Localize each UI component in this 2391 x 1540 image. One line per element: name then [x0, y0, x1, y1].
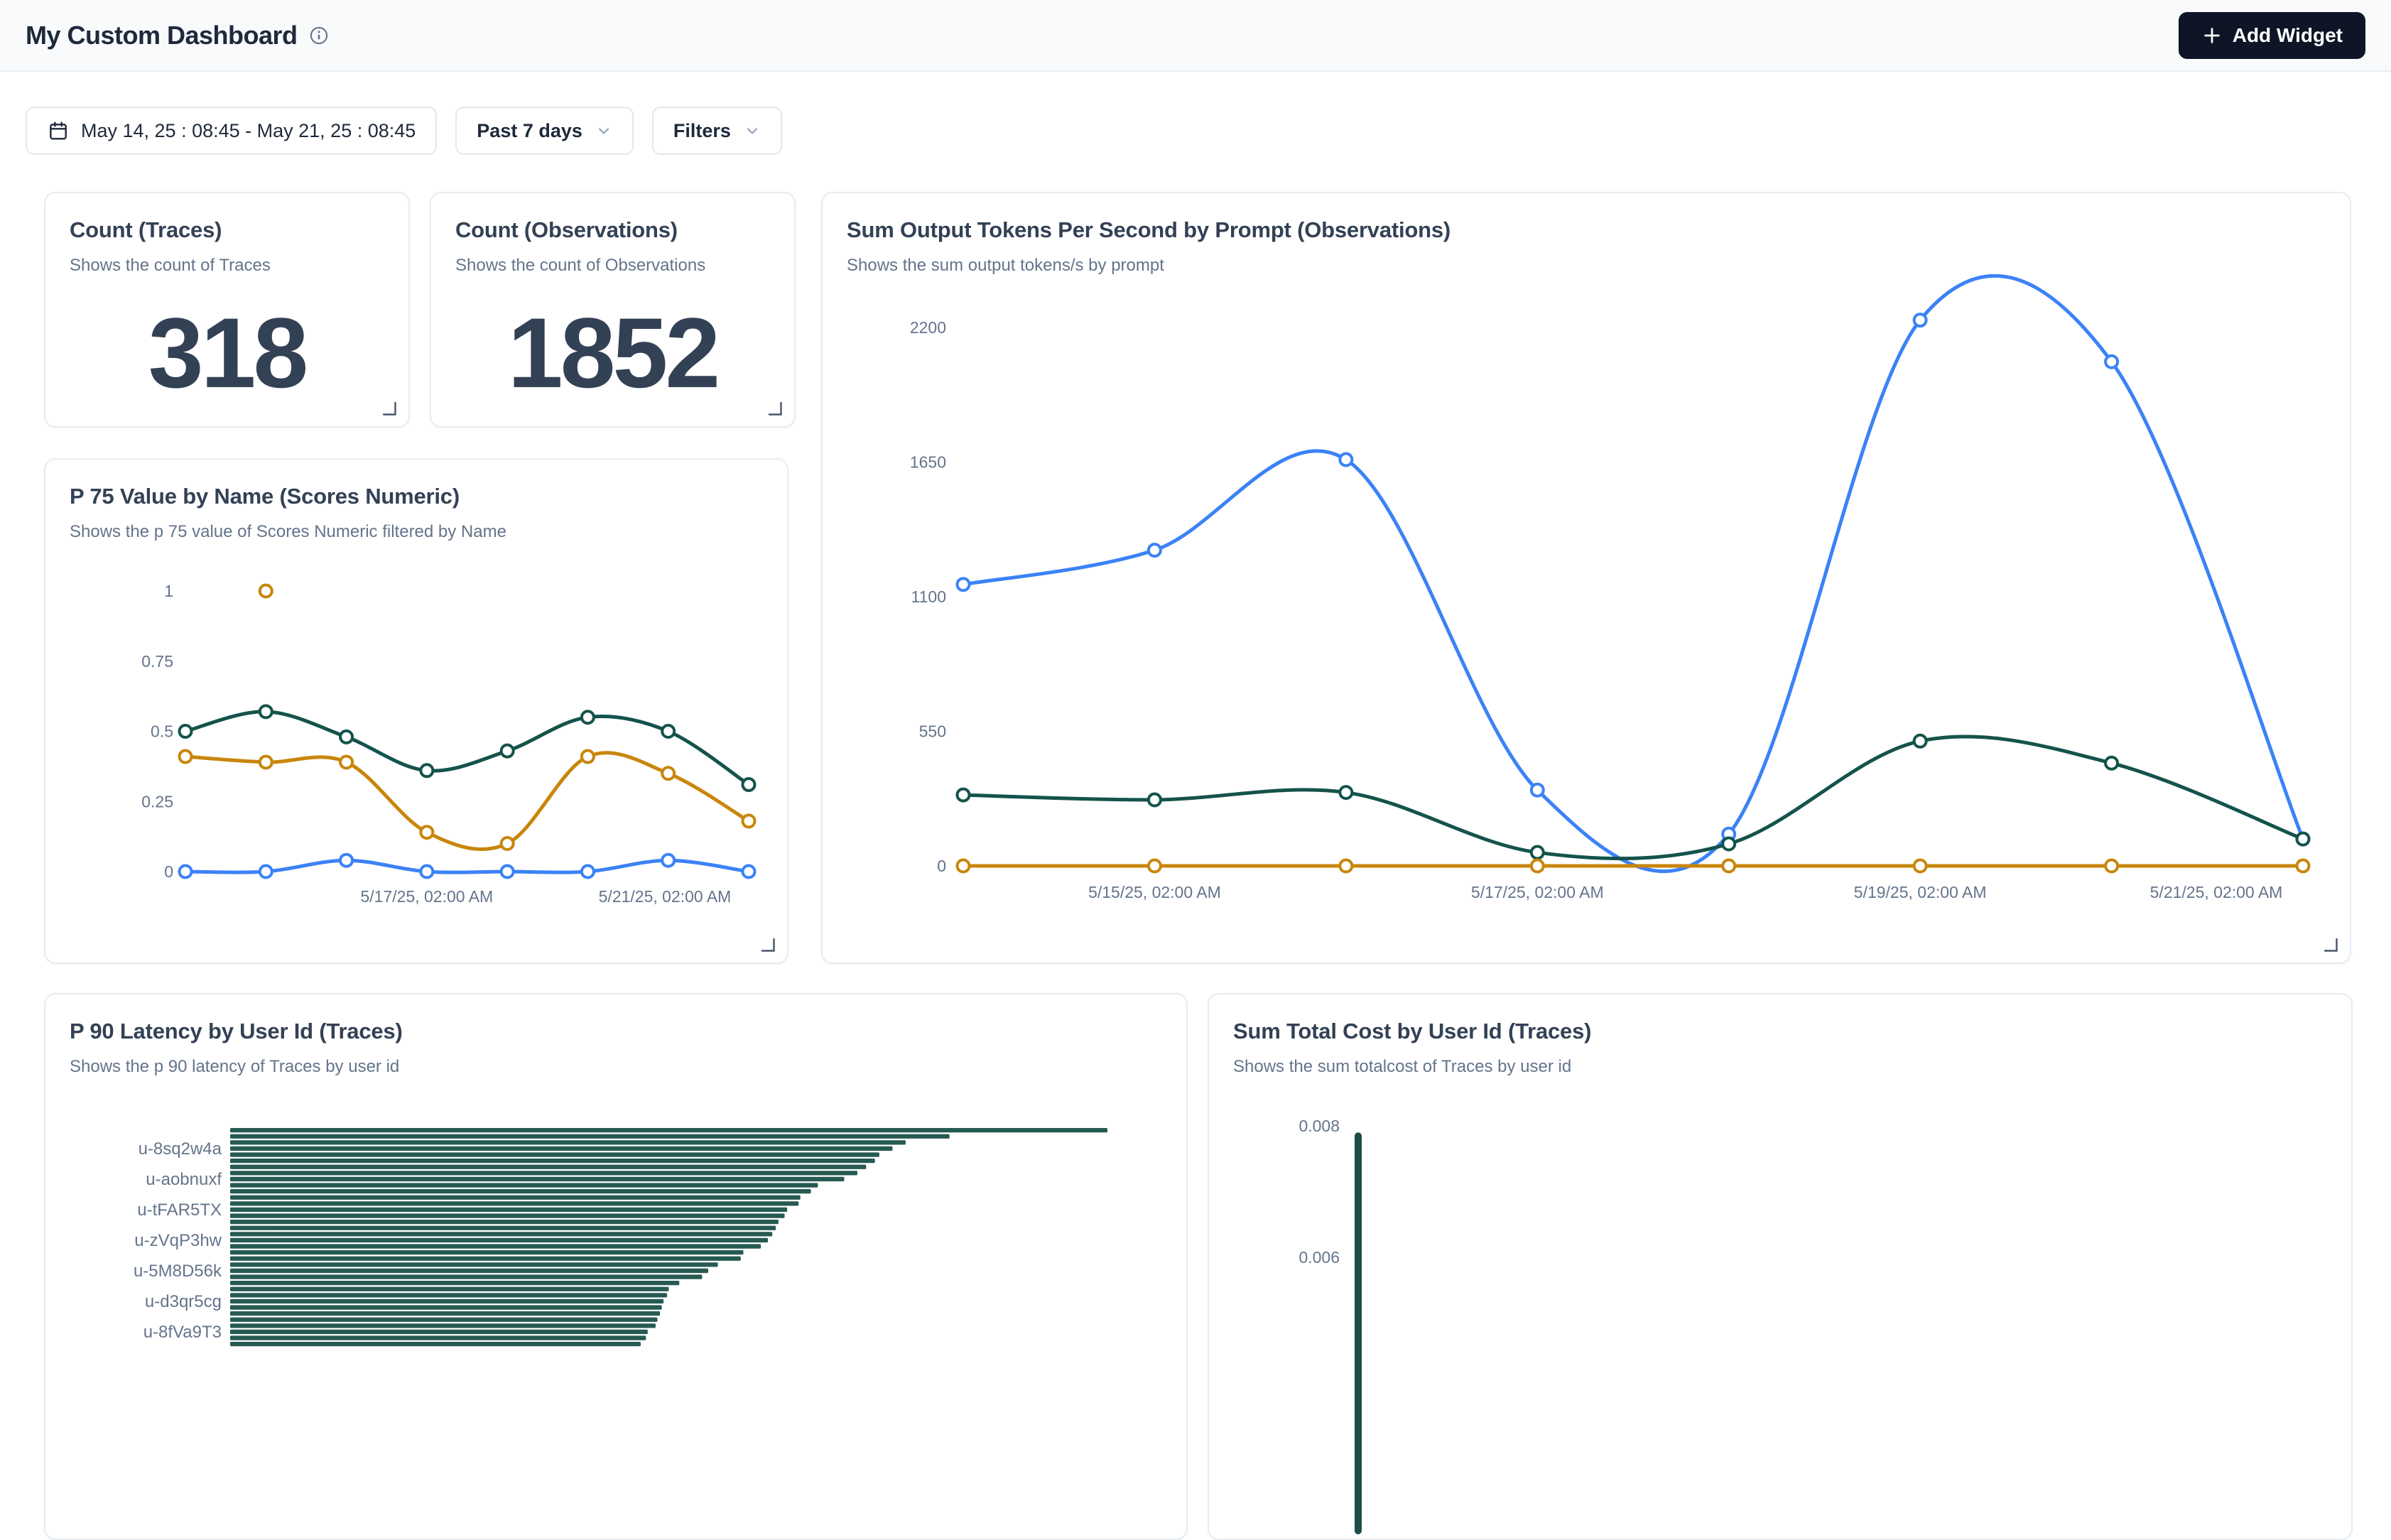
- plus-icon: [2201, 25, 2223, 46]
- widget-cost-by-user: Sum Total Cost by User Id (Traces) Shows…: [1208, 993, 2353, 1540]
- widget-title: Sum Output Tokens Per Second by Prompt (…: [823, 193, 2350, 243]
- widget-title: P 75 Value by Name (Scores Numeric): [45, 460, 787, 509]
- svg-text:2200: 2200: [910, 318, 946, 337]
- svg-text:1: 1: [164, 582, 173, 600]
- svg-text:0.008: 0.008: [1298, 1117, 1340, 1135]
- svg-text:u-d3qr5cg: u-d3qr5cg: [145, 1292, 222, 1311]
- svg-text:5/17/25, 02:00 AM: 5/17/25, 02:00 AM: [361, 887, 494, 906]
- p75-line-chart[interactable]: 0 0.25 0.5 0.75 1 5/17/25, 02:00 AM 5/21/25, 0…: [47, 559, 788, 964]
- svg-text:u-tFAR5TX: u-tFAR5TX: [137, 1200, 222, 1220]
- widget-p90-latency: P 90 Latency by User Id (Traces) Shows t…: [44, 993, 1188, 1540]
- filters-label: Filters: [673, 120, 731, 142]
- resize-handle-icon[interactable]: [760, 937, 776, 953]
- svg-text:5/21/25, 02:00 AM: 5/21/25, 02:00 AM: [599, 887, 732, 906]
- svg-text:u-8fVa9T3: u-8fVa9T3: [143, 1323, 222, 1342]
- preset-button[interactable]: Past 7 days: [455, 107, 634, 155]
- svg-text:5/21/25, 02:00 AM: 5/21/25, 02:00 AM: [2150, 883, 2283, 901]
- page-title: My Custom Dashboard: [26, 21, 298, 50]
- tokens-line-chart[interactable]: 0 550 1100 1650 2200 5/15/25, 02:00 AM 5/17/25…: [824, 293, 2351, 960]
- date-range-label: May 14, 25 : 08:45 - May 21, 25 : 08:45: [81, 120, 416, 142]
- svg-text:1100: 1100: [911, 587, 946, 606]
- widget-subtitle: Shows the count of Traces: [45, 243, 408, 276]
- widget-subtitle: Shows the p 75 value of Scores Numeric f…: [45, 509, 787, 542]
- p90-bar-chart[interactable]: u-8sq2w4a u-aobnuxf u-tFAR5TX u-zVqP3hw u-5M…: [47, 1094, 1188, 1534]
- svg-text:u-8sq2w4a: u-8sq2w4a: [139, 1139, 222, 1159]
- add-widget-label: Add Widget: [2233, 24, 2343, 47]
- cost-bar-chart[interactable]: 0.008 0.006: [1210, 1094, 2353, 1534]
- widget-subtitle: Shows the sum output tokens/s by prompt: [823, 243, 2350, 276]
- widget-subtitle: Shows the count of Observations: [431, 243, 794, 276]
- date-range-button[interactable]: May 14, 25 : 08:45 - May 21, 25 : 08:45: [26, 107, 437, 155]
- svg-text:0.5: 0.5: [151, 722, 173, 741]
- count-observations-value: 1852: [431, 293, 794, 413]
- svg-text:u-aobnuxf: u-aobnuxf: [146, 1170, 222, 1189]
- resize-handle-icon[interactable]: [381, 401, 397, 416]
- topbar: My Custom Dashboard Add Widget: [0, 0, 2391, 72]
- widget-tokens-by-prompt: Sum Output Tokens Per Second by Prompt (…: [821, 192, 2351, 964]
- widget-p75-by-name: P 75 Value by Name (Scores Numeric) Show…: [44, 458, 788, 964]
- svg-text:0.25: 0.25: [141, 792, 173, 810]
- widget-subtitle: Shows the p 90 latency of Traces by user…: [45, 1044, 1186, 1077]
- widget-count-observations: Count (Observations) Shows the count of …: [430, 192, 796, 428]
- svg-text:5/19/25, 02:00 AM: 5/19/25, 02:00 AM: [1854, 883, 1987, 901]
- svg-text:1650: 1650: [910, 453, 946, 472]
- svg-text:0.006: 0.006: [1298, 1248, 1340, 1267]
- resize-handle-icon[interactable]: [2323, 937, 2338, 953]
- resize-handle-icon[interactable]: [767, 401, 783, 416]
- widget-title: Count (Traces): [45, 193, 408, 243]
- chevron-down-icon: [595, 122, 612, 139]
- svg-text:0: 0: [937, 857, 946, 875]
- calendar-icon: [47, 119, 70, 142]
- filters-button[interactable]: Filters: [652, 107, 782, 155]
- widget-title: Count (Observations): [431, 193, 794, 243]
- count-traces-value: 318: [45, 293, 408, 413]
- info-icon[interactable]: [309, 26, 329, 45]
- widget-title: Sum Total Cost by User Id (Traces): [1209, 994, 2351, 1044]
- svg-text:5/15/25, 02:00 AM: 5/15/25, 02:00 AM: [1088, 883, 1221, 901]
- svg-text:550: 550: [919, 722, 946, 741]
- preset-label: Past 7 days: [477, 120, 582, 142]
- svg-text:0.75: 0.75: [141, 652, 173, 671]
- svg-text:u-5M8D56k: u-5M8D56k: [134, 1262, 222, 1281]
- svg-text:u-zVqP3hw: u-zVqP3hw: [134, 1231, 222, 1250]
- svg-text:0: 0: [164, 862, 173, 881]
- add-widget-button[interactable]: Add Widget: [2179, 12, 2365, 59]
- widget-title: P 90 Latency by User Id (Traces): [45, 994, 1186, 1044]
- toolbar: May 14, 25 : 08:45 - May 21, 25 : 08:45 …: [26, 107, 782, 155]
- svg-text:5/17/25, 02:00 AM: 5/17/25, 02:00 AM: [1471, 883, 1604, 901]
- widget-count-traces: Count (Traces) Shows the count of Traces…: [44, 192, 410, 428]
- widget-subtitle: Shows the sum totalcost of Traces by use…: [1209, 1044, 2351, 1077]
- chevron-down-icon: [744, 122, 761, 139]
